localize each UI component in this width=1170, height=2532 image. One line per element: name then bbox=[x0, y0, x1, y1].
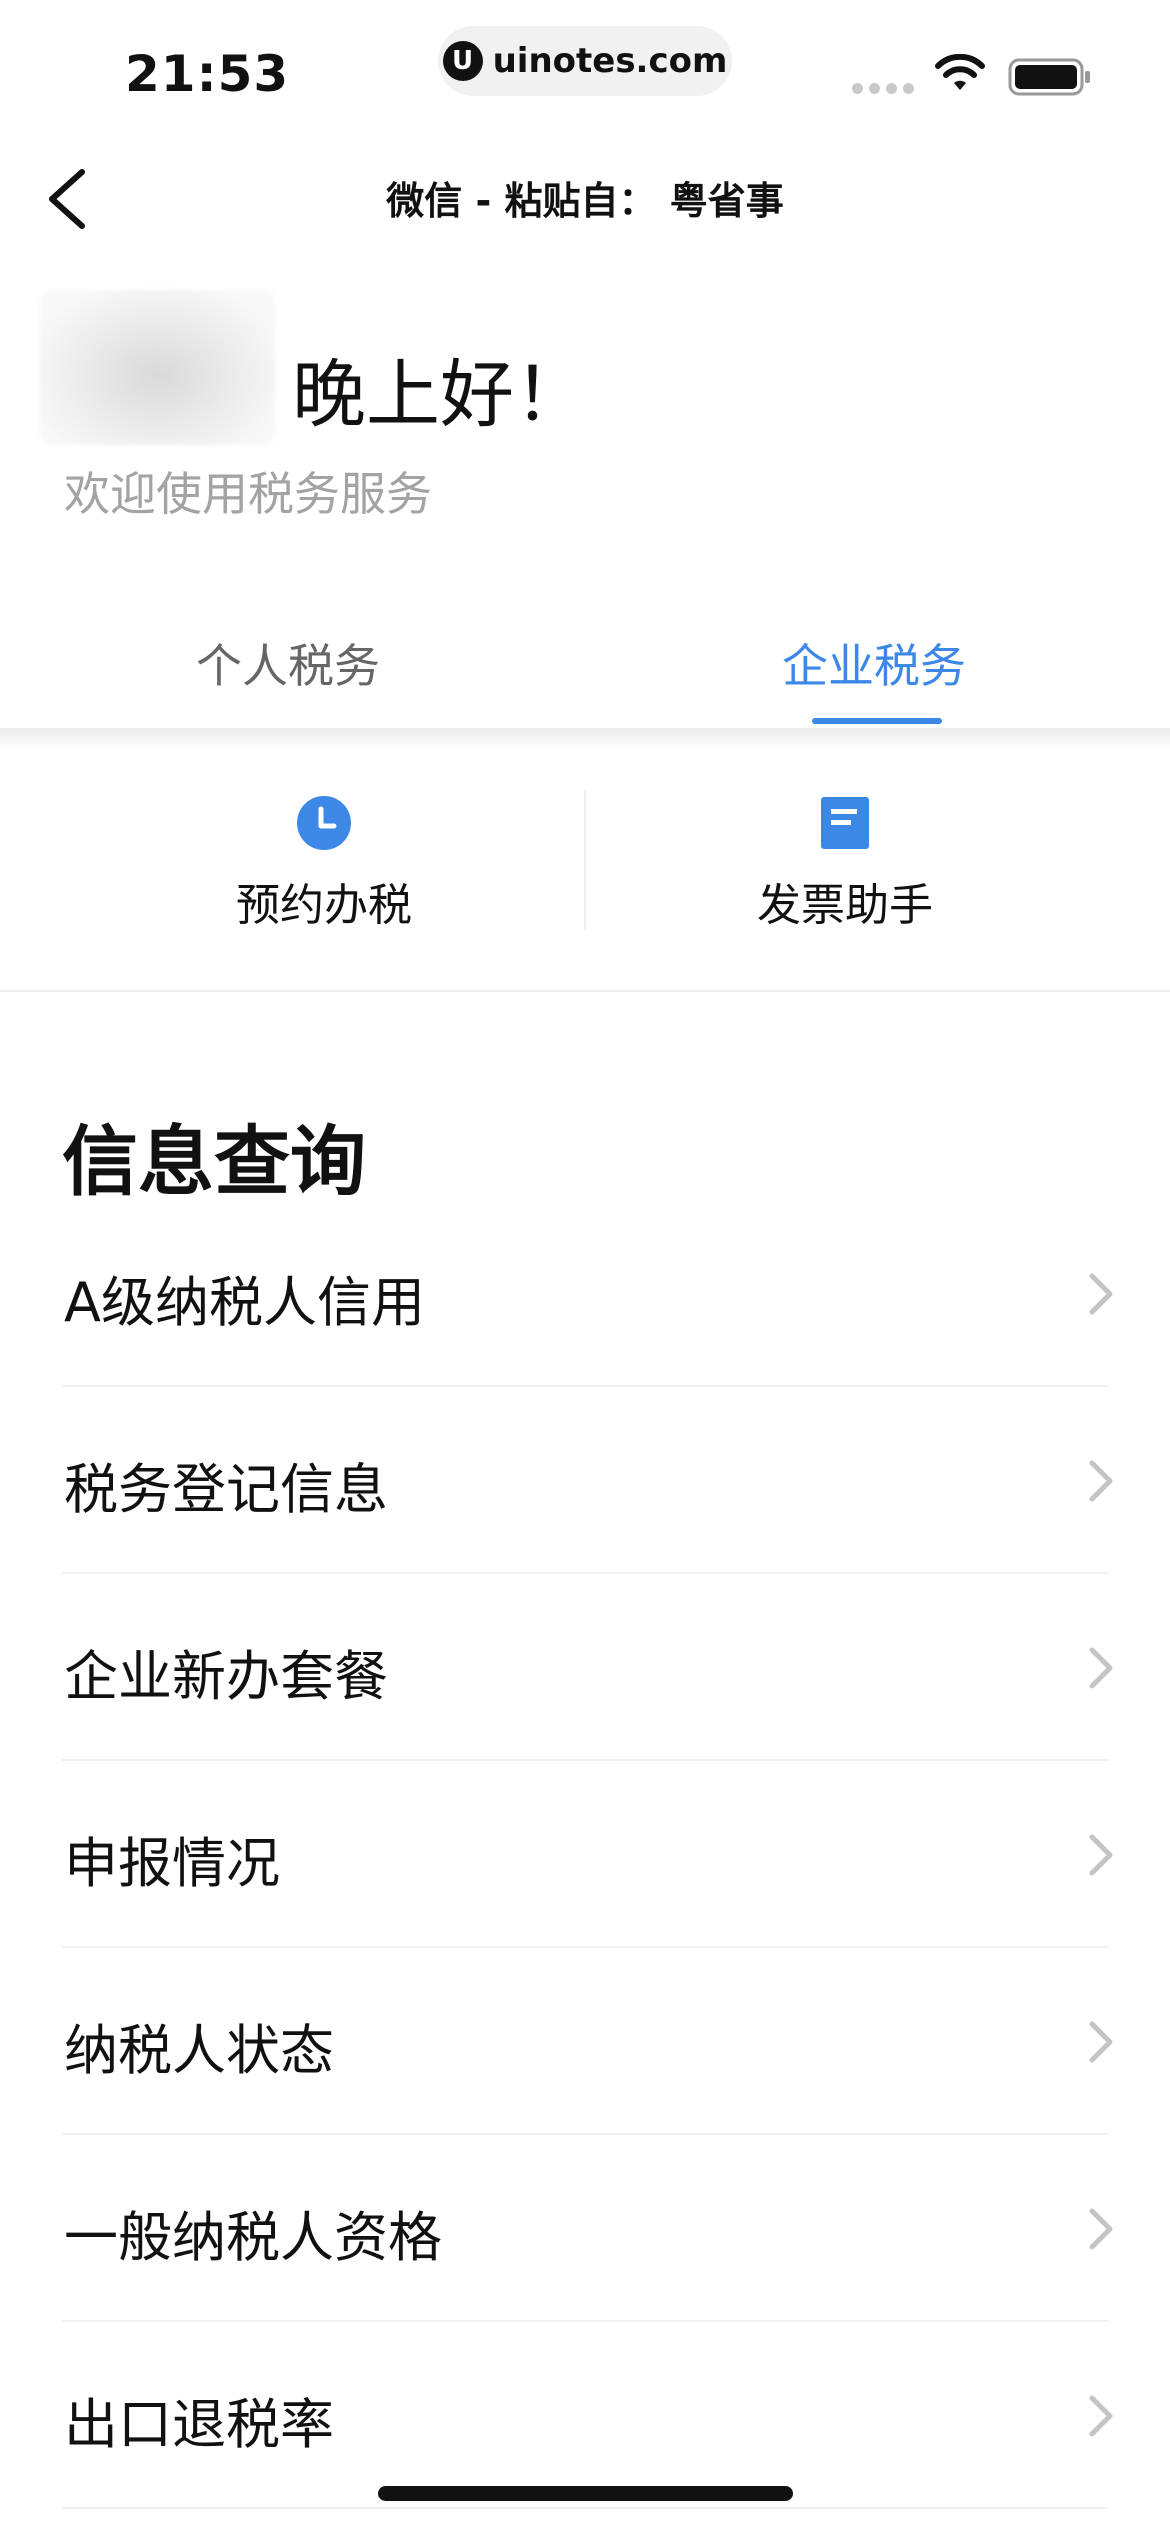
chevron-right-icon bbox=[1089, 1273, 1113, 1315]
tab-personal-tax[interactable]: 个人税务 bbox=[196, 630, 380, 696]
list-item-filing-status[interactable]: 申报情况 bbox=[0, 1761, 1170, 1948]
quick-actions-divider bbox=[584, 790, 586, 930]
info-query-list: A级纳税人信用 税务登记信息 企业新办套餐 申报情况 纳税人状态 一般纳税人资格… bbox=[0, 1200, 1170, 2509]
battery-icon bbox=[1008, 58, 1090, 96]
list-divider bbox=[62, 2507, 1108, 2509]
quick-actions: 预约办税 发票助手 bbox=[0, 750, 1170, 990]
chevron-right-icon bbox=[1089, 1647, 1113, 1689]
page-title: 微信 - 粘贴自： 粤省事 bbox=[386, 179, 784, 223]
signal-dots-icon bbox=[852, 83, 914, 94]
list-item-taxpayer-status[interactable]: 纳税人状态 bbox=[0, 1948, 1170, 2135]
chevron-right-icon bbox=[1089, 2208, 1113, 2250]
list-item-new-business-package[interactable]: 企业新办套餐 bbox=[0, 1574, 1170, 1761]
list-item-label: 申报情况 bbox=[64, 1832, 280, 1895]
list-item-label: 一般纳税人资格 bbox=[64, 2206, 442, 2269]
tabs-divider bbox=[0, 728, 1170, 750]
url-pill[interactable]: U uinotes.com bbox=[438, 26, 732, 96]
section-divider bbox=[0, 990, 1170, 992]
invoice-assistant-label: 发票助手 bbox=[757, 880, 933, 931]
site-logo-icon: U bbox=[442, 41, 483, 81]
list-item-a-level-credit[interactable]: A级纳税人信用 bbox=[0, 1200, 1170, 1387]
chevron-right-icon bbox=[1089, 1834, 1113, 1876]
list-item-tax-registration[interactable]: 税务登记信息 bbox=[0, 1387, 1170, 1574]
list-item-label: 企业新办套餐 bbox=[64, 1645, 388, 1708]
chevron-right-icon bbox=[1089, 1460, 1113, 1502]
greeting-text: 晚上好！ bbox=[292, 352, 588, 438]
chevron-right-icon bbox=[1089, 2395, 1113, 2437]
list-item-label: 出口退税率 bbox=[64, 2393, 334, 2456]
url-text: uinotes.com bbox=[492, 41, 728, 81]
active-tab-indicator bbox=[812, 718, 942, 724]
section-title: 信息查询 bbox=[62, 1117, 366, 1206]
list-item-general-taxpayer-qualification[interactable]: 一般纳税人资格 bbox=[0, 2135, 1170, 2322]
invoice-assistant-button[interactable]: 发票助手 bbox=[645, 795, 1045, 933]
list-item-label: 税务登记信息 bbox=[64, 1458, 388, 1521]
list-item-export-rebate-rate[interactable]: 出口退税率 bbox=[0, 2322, 1170, 2509]
nav-bar: 微信 - 粘贴自： 粤省事 bbox=[0, 140, 1170, 260]
avatar bbox=[40, 290, 275, 445]
list-item-label: A级纳税人信用 bbox=[64, 1271, 425, 1334]
tax-type-tabs: 个人税务 企业税务 bbox=[0, 590, 1170, 730]
welcome-text: 欢迎使用税务服务 bbox=[64, 467, 432, 521]
home-indicator[interactable] bbox=[378, 2486, 793, 2501]
status-time: 21:53 bbox=[125, 45, 290, 103]
wifi-icon bbox=[935, 54, 985, 90]
booking-tax-button[interactable]: 预约办税 bbox=[124, 795, 524, 933]
document-icon bbox=[821, 797, 869, 849]
clock-icon bbox=[297, 796, 351, 850]
tab-enterprise-tax[interactable]: 企业税务 bbox=[782, 630, 966, 696]
status-bar: 21:53 U uinotes.com bbox=[0, 0, 1170, 140]
list-item-label: 纳税人状态 bbox=[64, 2019, 334, 2082]
chevron-right-icon bbox=[1089, 2021, 1113, 2063]
booking-tax-label: 预约办税 bbox=[236, 880, 412, 931]
